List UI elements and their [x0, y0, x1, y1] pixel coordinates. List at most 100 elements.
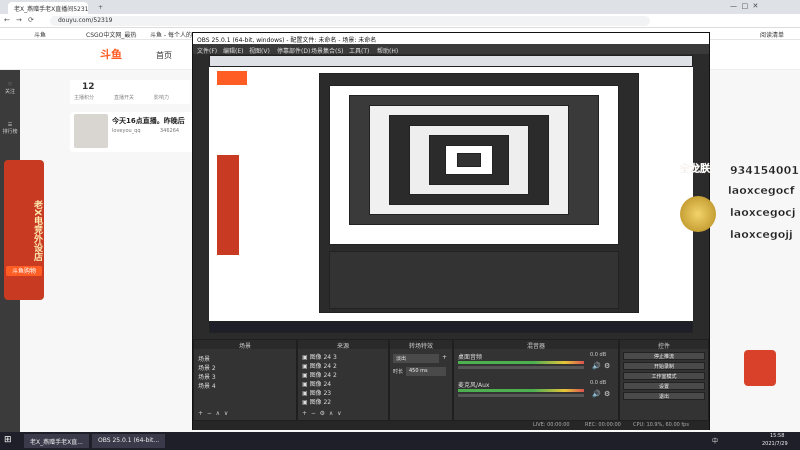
bookmark-douyu[interactable]: 斗鱼 - 每个人的	[150, 30, 192, 39]
douyu-logo[interactable]: 斗鱼	[100, 46, 142, 64]
refresh-icon[interactable]: ⟳	[28, 16, 34, 24]
transitions-dock-title: 转场特效	[390, 340, 452, 350]
source-item[interactable]: ▣ 图像 23	[302, 388, 331, 397]
cpu-fps: CPU: 10.9%, 60.00 fps	[633, 422, 689, 428]
nav-back-icon[interactable]: ←	[4, 16, 10, 24]
mixer-settings-icon[interactable]: ⚙	[604, 390, 610, 398]
scene-item[interactable]: 场景	[198, 354, 210, 363]
transition-add-icon[interactable]: +	[442, 354, 447, 361]
menu-edit[interactable]: 编辑(E)	[223, 46, 243, 55]
rec-timer: REC: 00:00:00	[585, 422, 621, 428]
mixer-track-desktop: 桌面音频	[458, 354, 483, 361]
ime-indicator[interactable]: 中	[712, 436, 718, 445]
bookmark-csgo[interactable]: CSGO中文网_最热	[86, 30, 136, 39]
stream-title: 今天16点直播。昨晚后	[112, 117, 185, 125]
transition-select[interactable]: 淡出	[393, 354, 439, 363]
obs-window: OBS 25.0.1 (64-bit, windows) - 配置文件: 未命名…	[192, 32, 710, 430]
stat-label-2: 直播开关	[114, 95, 135, 101]
address-bar: ← → ⟳ douyu.com/52319	[0, 14, 800, 28]
source-item[interactable]: ▣ 图像 24 2	[302, 361, 337, 370]
new-tab-button[interactable]: +	[92, 2, 106, 14]
tab-douyu[interactable]: 老X_燕赠手老X直播间52319_	[8, 2, 88, 14]
bookmark-2[interactable]: 斗鱼	[34, 30, 46, 39]
live-timer: LIVE: 00:00:00	[533, 422, 570, 428]
start-recording-button[interactable]: 开始录制	[623, 362, 705, 370]
mixer-slider-1[interactable]	[458, 366, 584, 369]
shop-banner[interactable]: 老X电竞外设店	[4, 160, 44, 300]
scene-item[interactable]: 场景 2	[198, 363, 216, 372]
mixer-meter-2	[458, 389, 584, 392]
duration-label: 时长	[393, 369, 404, 375]
reading-list[interactable]: 阅读清单	[760, 30, 784, 39]
sidebar-follow[interactable]: ♡ 关注	[0, 82, 20, 104]
mixer-db-1: 0.0 dB	[590, 352, 607, 358]
start-icon[interactable]: ⊞	[4, 435, 12, 445]
source-item[interactable]: ▣ 图像 24 2	[302, 370, 337, 379]
chat-name-2: laoxcegocf	[728, 184, 795, 197]
menu-scene-collection[interactable]: 场景集合(S)	[311, 46, 344, 55]
tab-strip: 老X_燕赠手老X直播间52319_ + — □ ✕	[0, 0, 800, 14]
menu-help[interactable]: 帮助(H)	[377, 46, 398, 55]
windows-taskbar: ⊞ 老X_燕赠手老X直... OBS 25.0.1 (64-bit... 中 1…	[0, 432, 800, 450]
obs-title-bar: OBS 25.0.1 (64-bit, windows) - 配置文件: 未命名…	[193, 33, 709, 44]
menu-view[interactable]: 视图(V)	[249, 46, 270, 55]
mixer-dock: 混音器 桌面音频 0.0 dB 🔊 ⚙ 麦克风/Aux 0.0 dB 🔊 ⚙	[453, 339, 619, 421]
exit-button[interactable]: 退出	[623, 392, 705, 400]
window-controls[interactable]: — □ ✕	[730, 2, 758, 10]
scene-item[interactable]: 场景 3	[198, 372, 216, 381]
obs-preview[interactable]	[209, 55, 693, 333]
settings-button[interactable]: 设置	[623, 382, 705, 390]
stat-count: 12	[82, 82, 95, 92]
menu-tools[interactable]: 工具(T)	[349, 46, 369, 55]
speaker-icon[interactable]: 🔊	[592, 362, 601, 370]
mixer-db-2: 0.0 dB	[590, 380, 607, 386]
sidebar-rank[interactable]: ☰ 排行榜	[0, 122, 20, 144]
streamer-avatar[interactable]	[74, 114, 108, 148]
url-input[interactable]: douyu.com/52319	[50, 16, 650, 26]
scenes-dock: 场景 场景 场景 2 场景 3 场景 4 + − ∧ ∨	[193, 339, 297, 421]
clock-date[interactable]: 2021/7/29	[762, 441, 788, 447]
stats-panel: 12 主播积分 直播开关 影响力	[70, 80, 190, 104]
menu-file[interactable]: 文件(F)	[197, 46, 217, 55]
clock-time[interactable]: 15:58	[770, 433, 784, 439]
stat-label-3: 影响力	[154, 95, 170, 101]
recursive-preview	[209, 55, 693, 333]
speaker-icon[interactable]: 🔊	[592, 390, 601, 398]
chat-name-1: 934154001	[730, 164, 799, 177]
controls-dock: 控件 停止推流 开始录制 工作室模式 设置 退出	[619, 339, 709, 421]
controls-dock-title: 控件	[620, 340, 708, 350]
source-item[interactable]: ▣ 图像 24 3	[302, 352, 337, 361]
chat-name-4: laoxcegojj	[730, 228, 793, 241]
nav-home[interactable]: 首页	[156, 50, 172, 61]
sources-dock: 来源 ▣ 图像 24 3 ▣ 图像 24 2 ▣ 图像 24 2 ▣ 图像 24…	[297, 339, 389, 421]
taskbar-item-obs[interactable]: OBS 25.0.1 (64-bit...	[92, 434, 166, 448]
stop-streaming-button[interactable]: 停止推流	[623, 352, 705, 360]
duration-input[interactable]: 450 ms	[406, 367, 446, 376]
stat-label-1: 主播积分	[74, 95, 95, 101]
mixer-meter-1	[458, 361, 584, 364]
obs-status-bar: LIVE: 00:00:00 REC: 00:00:00 CPU: 10.9%,…	[193, 421, 709, 430]
scenes-dock-title: 场景	[194, 340, 296, 350]
mixer-settings-icon[interactable]: ⚙	[604, 362, 610, 370]
chat-name-3: laoxcegocj	[730, 206, 796, 219]
source-item[interactable]: ▣ 图像 24	[302, 379, 331, 388]
streamer-name[interactable]: loveyou_qq	[112, 128, 141, 134]
scene-item[interactable]: 场景 4	[198, 381, 216, 390]
chat-prefix: 金龙朕	[680, 164, 710, 175]
view-count: 346264	[160, 128, 180, 134]
mixer-slider-2[interactable]	[458, 394, 584, 397]
source-item[interactable]: ▣ 图像 22	[302, 397, 331, 406]
shop-label[interactable]: 斗鱼购物	[6, 266, 42, 276]
mixer-track-mic: 麦克风/Aux	[458, 382, 490, 389]
gold-coin-icon	[680, 196, 716, 232]
scene-toolbar[interactable]: + − ∧ ∨	[198, 410, 228, 417]
obs-menu-bar: 文件(F) 编辑(E) 视图(V) 停靠部件(D) 场景集合(S) 工具(T) …	[193, 44, 709, 55]
taskbar-item-browser[interactable]: 老X_燕赠手老X直...	[24, 434, 89, 448]
menu-docks[interactable]: 停靠部件(D)	[277, 46, 310, 55]
red-packet-icon[interactable]	[744, 350, 776, 386]
nav-forward-icon[interactable]: →	[16, 16, 22, 24]
sources-dock-title: 来源	[298, 340, 388, 350]
transitions-dock: 转场特效 淡出 + 时长 450 ms	[389, 339, 453, 421]
studio-mode-button[interactable]: 工作室模式	[623, 372, 705, 380]
source-toolbar[interactable]: + − ⚙ ∧ ∨	[302, 410, 341, 417]
